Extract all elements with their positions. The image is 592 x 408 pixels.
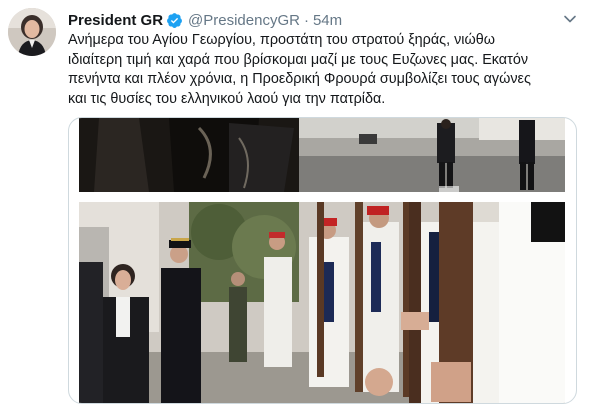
tweet-header: President GR @PresidencyGR · 54m [68, 9, 552, 31]
timestamp[interactable]: 54m [313, 12, 342, 29]
display-name[interactable]: President GR [68, 12, 163, 29]
photo-ceremony-courtyard[interactable] [79, 118, 565, 192]
avatar[interactable] [8, 8, 56, 56]
user-handle[interactable]: @PresidencyGR [188, 12, 300, 29]
tweet-card[interactable]: President GR @PresidencyGR · 54m Ανήμερα… [0, 0, 592, 408]
tweet-text: Ανήμερα του Αγίου Γεωργίου, προστάτη του… [68, 31, 578, 109]
tweet-text-line: πενήντα και πλέον χρόνια, η Προεδρική Φρ… [68, 71, 531, 87]
media-container[interactable] [68, 117, 577, 404]
courtyard-photo-image [79, 118, 565, 192]
avatar-photo [8, 8, 56, 56]
verified-badge-icon [167, 12, 182, 28]
tweet-text-line: και τις θυσίες του ελληνικού λαού για τη… [68, 90, 386, 107]
chevron-down-icon[interactable] [562, 11, 578, 27]
photo-evzones-guard[interactable] [79, 202, 565, 403]
separator-dot: · [303, 11, 309, 29]
tweet-text-line: ιδιαίτερη τιμή και χαρά που βρίσκομαι μα… [68, 51, 529, 68]
tweet-text-line: Ανήμερα του Αγίου Γεωργίου, προστάτη του… [68, 32, 495, 48]
evzones-photo-image [79, 202, 565, 403]
